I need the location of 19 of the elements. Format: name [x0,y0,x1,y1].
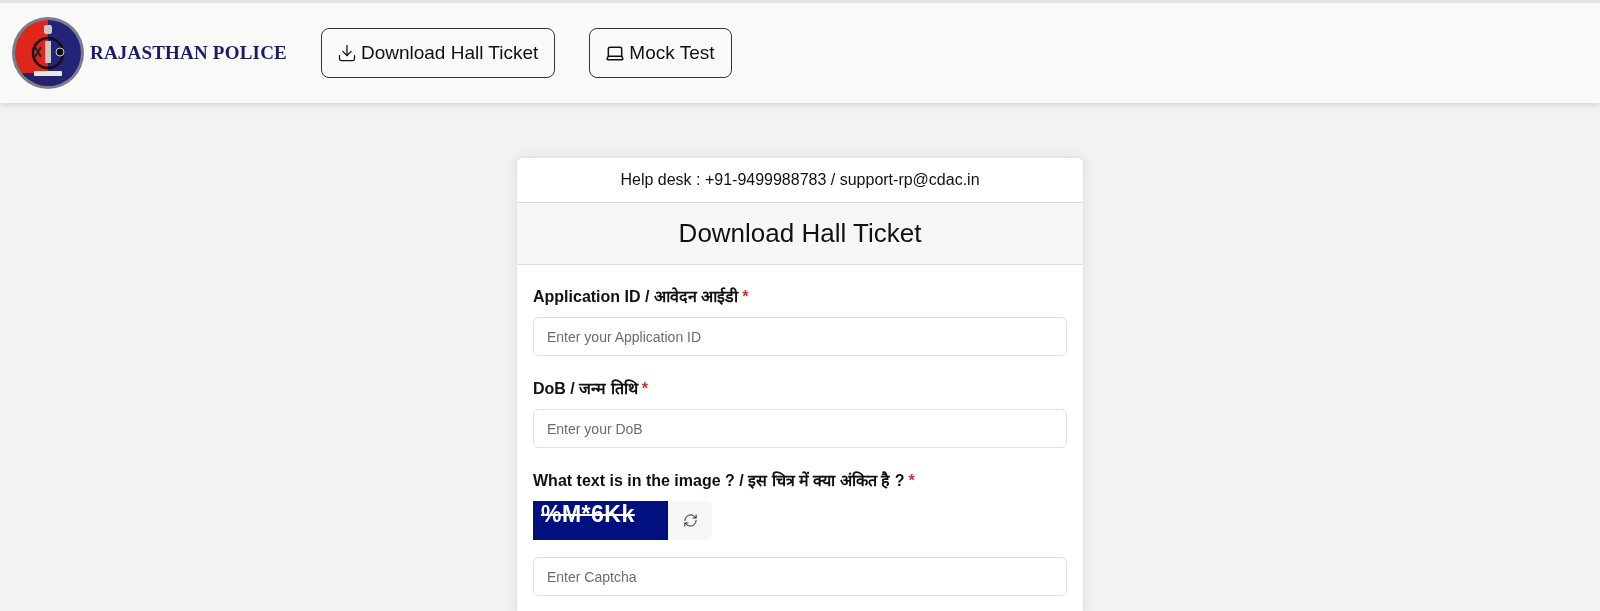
nav-button[interactable]: Download Hall Ticket [320,28,556,78]
required-asterisk: * [742,288,749,306]
required-asterisk: * [641,380,648,398]
laptop-icon [605,43,626,63]
logo-text: RAJASTHAN POLICE [90,42,287,64]
download-icon [336,43,357,63]
captcha-image: %M*6Kk [533,501,668,540]
nav-button[interactable]: Mock Test [589,28,732,78]
field-label: What text is in the image ? / इस चित्र में क्या अंकित है ? [533,470,905,491]
police-emblem-logo [12,17,84,89]
refresh-button[interactable] [668,501,712,540]
input-field[interactable]: Enter your Application ID [533,317,1067,356]
card-title: Download Hall Ticket [678,218,922,249]
field-label: Application ID / आवेदन आईडी [533,286,739,307]
captcha-input-field[interactable]: Enter Captcha [533,557,1067,596]
refresh-icon [682,513,698,528]
required-asterisk: * [908,472,915,490]
input-field[interactable]: Enter your DoB [533,409,1067,448]
field-label: DoB / जन्म तिथि [533,378,638,399]
